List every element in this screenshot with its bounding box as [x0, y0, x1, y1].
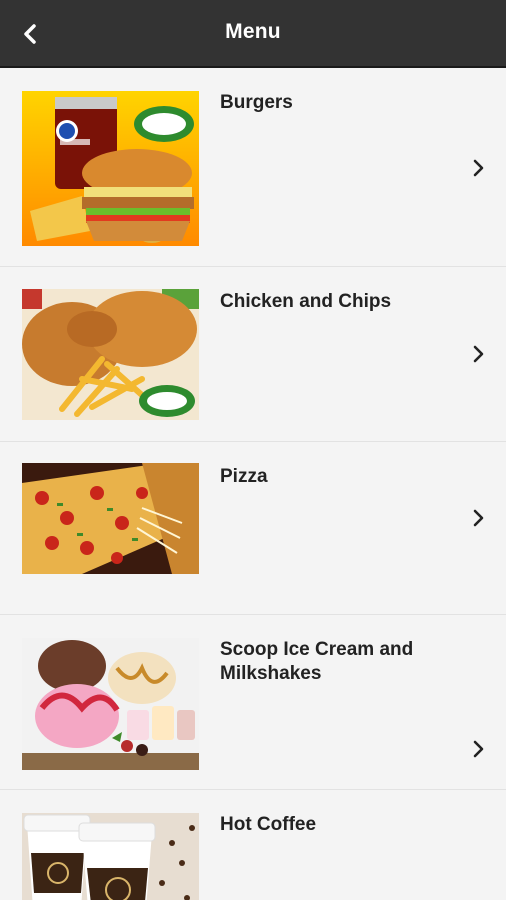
menu-item-ice-cream-and-milkshakes[interactable]: Scoop Ice Cream and Milkshakes	[0, 615, 506, 790]
menu-item-label: Burgers	[220, 92, 293, 113]
chevron-right-icon	[472, 159, 484, 177]
chevron-right-icon	[472, 509, 484, 527]
page-title: Menu	[225, 20, 281, 43]
fried-chicken-fries-photo	[22, 289, 199, 420]
top-navigation-bar: Menu	[0, 0, 506, 68]
burger-combo-photo	[22, 91, 199, 246]
menu-category-list: Burgers Chicken and Chips Pizza Scoop Ic…	[0, 68, 506, 900]
ice-cream-scoops-photo	[22, 638, 199, 770]
menu-item-label: Chicken and Chips	[220, 291, 392, 312]
pizza-slice-photo	[22, 463, 199, 574]
menu-item-burgers[interactable]: Burgers	[0, 68, 506, 267]
menu-item-chicken-and-chips[interactable]: Chicken and Chips	[0, 267, 506, 442]
menu-item-pizza[interactable]: Pizza	[0, 442, 506, 615]
menu-item-label: Pizza	[220, 466, 268, 487]
menu-item-label: Hot Coffee	[220, 814, 317, 835]
menu-item-label: Scoop Ice Cream and Milkshakes	[220, 639, 414, 684]
coffee-cups-photo	[22, 813, 199, 900]
chevron-right-icon	[472, 345, 484, 363]
menu-item-hot-coffee[interactable]: Hot Coffee	[0, 790, 506, 900]
chevron-right-icon	[472, 740, 484, 758]
